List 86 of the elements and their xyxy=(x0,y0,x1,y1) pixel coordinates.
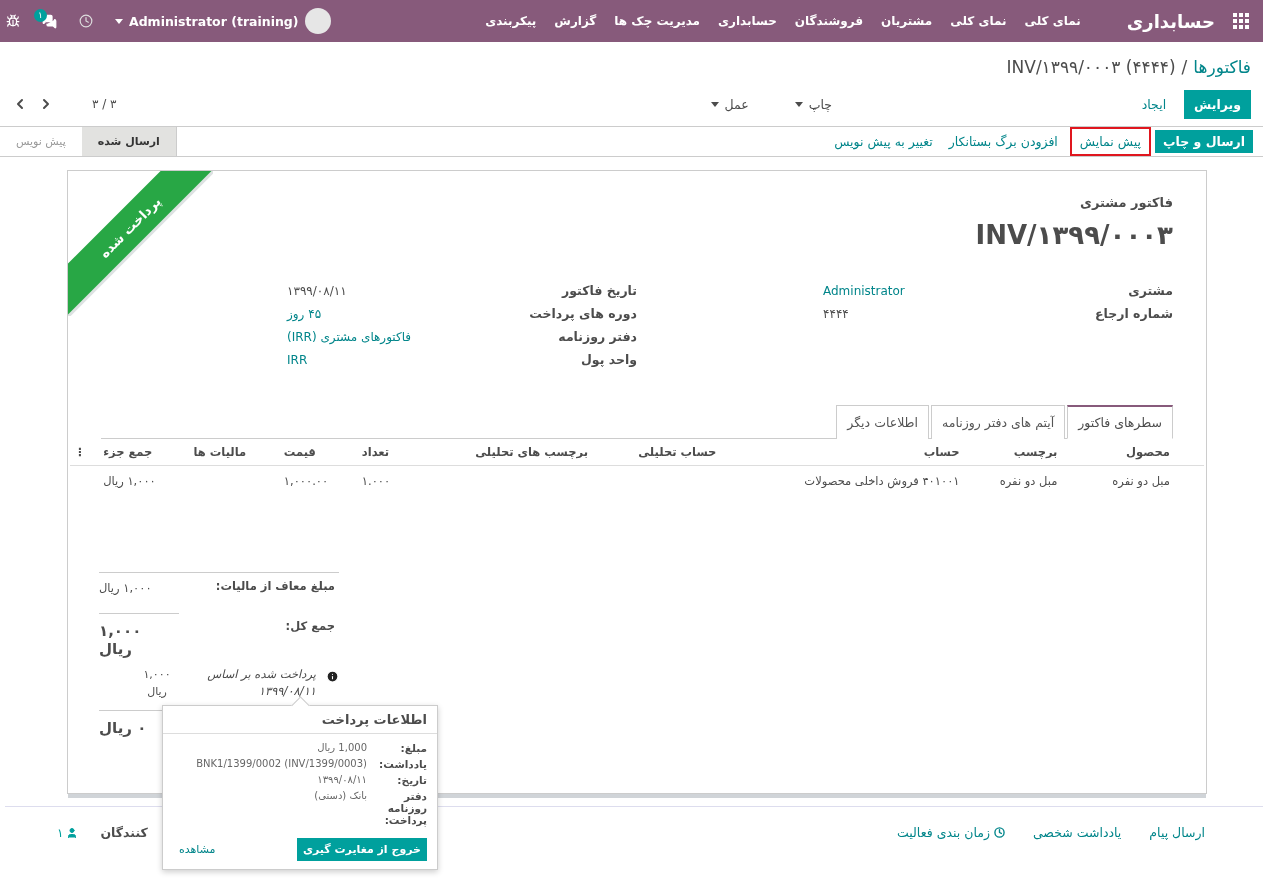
payment-label: پرداخت شده بر اساس ۱۳۹۹/۰۸/۱۱ xyxy=(206,666,316,700)
menu-item[interactable]: نمای کلی xyxy=(1024,14,1081,28)
total-label: مبلغ معاف از مالیات: xyxy=(214,578,336,595)
total-label: جمع کل: xyxy=(284,618,336,635)
table-cell: مبل دو نفره xyxy=(1112,474,1170,488)
column-header: برچسب xyxy=(963,439,1062,466)
tab[interactable]: آیتم های دفتر روزنامه xyxy=(931,405,1066,439)
field-link[interactable]: فاکتورهای مشتری (IRR) xyxy=(287,328,487,346)
popover-value: بانک (دستی) xyxy=(313,790,367,803)
create-button[interactable]: ایجاد xyxy=(1137,90,1171,118)
popover-label: یادداشت: xyxy=(378,758,427,770)
followers-button[interactable]: ۱ xyxy=(57,825,79,840)
menu-item[interactable]: حسابداری xyxy=(718,14,777,28)
action-button[interactable]: تغییر به پیش نویس xyxy=(826,130,941,153)
column-header: مالیات ها xyxy=(189,439,280,466)
tab[interactable]: سطرهای فاکتور xyxy=(1067,405,1173,439)
invoice-number: INV/۱۳۹۹/۰۰۰۳ xyxy=(975,220,1173,250)
app-title: حسابداری xyxy=(1126,10,1215,32)
bug-icon[interactable] xyxy=(6,14,20,28)
payment-value: ۱,۰۰۰ ریال xyxy=(142,667,172,700)
column-header: حساب تحلیلی xyxy=(592,439,721,466)
popover-value: 1,000 ریال xyxy=(316,742,367,754)
person-icon xyxy=(66,826,79,839)
followers-label: کنندگان xyxy=(100,825,148,840)
menu-item[interactable]: پیکربندی xyxy=(485,14,537,28)
popover-label: دفتر روزنامه پرداخت: xyxy=(383,790,427,826)
field-value: ۴۴۴۴ xyxy=(823,306,850,323)
field-link[interactable]: IRR xyxy=(287,351,487,369)
dropdown-button[interactable]: چاپ xyxy=(788,95,838,113)
user-menu[interactable]: Administrator (training) xyxy=(115,8,331,34)
status-stage[interactable]: ارسال شده xyxy=(81,127,176,156)
edit-button[interactable]: ویرایش xyxy=(1184,89,1251,119)
column-header: محصول xyxy=(1061,439,1204,466)
popover-title: اطلاعات پرداخت xyxy=(163,706,437,734)
status-stage[interactable]: پیش نویس xyxy=(0,127,82,156)
action-button[interactable]: افزودن برگ بستانکار xyxy=(940,130,1066,153)
field-link[interactable]: ۴۵ روز xyxy=(287,305,487,323)
paid-ribbon: پرداخت شده xyxy=(68,171,213,316)
clock-icon xyxy=(993,827,1005,838)
field-label: شماره ارجاع xyxy=(1094,305,1173,323)
breadcrumb-item: INV/۱۳۹۹/۰۰۰۳ (۴۴۴۴) xyxy=(1006,57,1176,77)
tab[interactable]: اطلاعات دیگر xyxy=(836,405,930,439)
column-header: تعداد xyxy=(357,439,412,466)
chatter-link[interactable]: یادداشت شخصی xyxy=(1032,825,1122,840)
popover-label: تاریخ: xyxy=(396,774,427,786)
action-button[interactable]: ارسال و چاپ xyxy=(1154,130,1253,153)
apps-grid-icon[interactable] xyxy=(1233,13,1249,29)
popover-value: BNK1/1399/0002 (INV/1399/0003) xyxy=(195,758,367,770)
column-header: حساب xyxy=(720,439,964,466)
table-cell: ۱,۰۰۰ ریال xyxy=(103,474,156,488)
total-value: ۱,۰۰۰ ریال xyxy=(99,613,179,658)
field-link[interactable]: Administrator xyxy=(823,282,1023,300)
pager: ۳ / ۳ xyxy=(92,97,117,111)
column-header: جمع جزء xyxy=(99,439,190,466)
breadcrumb-separator: / xyxy=(1181,57,1188,77)
dropdown-button[interactable]: عمل xyxy=(704,95,755,113)
menu-item[interactable]: مدیریت چک ها xyxy=(614,14,701,28)
table-cell: ۱.۰۰۰ xyxy=(361,474,391,488)
table-cell: ۴۰۱۰۰۱ فروش داخلی محصولات xyxy=(804,474,960,488)
chatter-link[interactable]: زمان بندی فعالیت xyxy=(897,825,1005,840)
action-button[interactable]: پیش نمایش xyxy=(1069,127,1151,156)
menu-item[interactable]: نمای کلی xyxy=(950,14,1007,28)
message-count: ۱ xyxy=(34,8,47,22)
menu-item[interactable]: گزارش xyxy=(554,14,597,28)
info-icon[interactable] xyxy=(326,670,339,683)
popover-value: ۱۳۹۹/۰۸/۱۱ xyxy=(316,774,367,786)
field-label: تاریخ فاکتور xyxy=(560,282,637,300)
menu-item[interactable]: فروشندگان xyxy=(794,14,863,28)
breadcrumb-item[interactable]: فاکتورها xyxy=(1193,57,1251,77)
chatter-link[interactable]: ارسال پیام xyxy=(1149,825,1205,840)
column-menu[interactable]: ⋮ xyxy=(70,439,100,466)
total-value: ۱,۰۰۰ ریال xyxy=(99,580,153,595)
view-link[interactable]: مشاهده xyxy=(173,842,222,857)
column-header: برچسب های تحلیلی xyxy=(412,439,592,466)
field-label: مشتری xyxy=(1127,282,1173,300)
menu-item[interactable]: مشتریان xyxy=(881,14,933,28)
unreconcile-button[interactable]: خروج از مغایرت گیری xyxy=(296,838,427,861)
field-label: دوره های پرداخت xyxy=(528,305,637,323)
field-value: ۱۳۹۹/۰۸/۱۱ xyxy=(287,283,348,300)
table-cell: ۱,۰۰۰.۰۰ xyxy=(283,474,329,488)
table-cell: مبل دو نفره xyxy=(999,474,1058,488)
field-label: واحد پول xyxy=(580,351,637,369)
clock-icon[interactable] xyxy=(79,14,93,28)
field-label: دفتر روزنامه xyxy=(557,328,637,346)
popover-label: مبلغ: xyxy=(399,742,427,754)
column-header: قیمت xyxy=(279,439,358,466)
